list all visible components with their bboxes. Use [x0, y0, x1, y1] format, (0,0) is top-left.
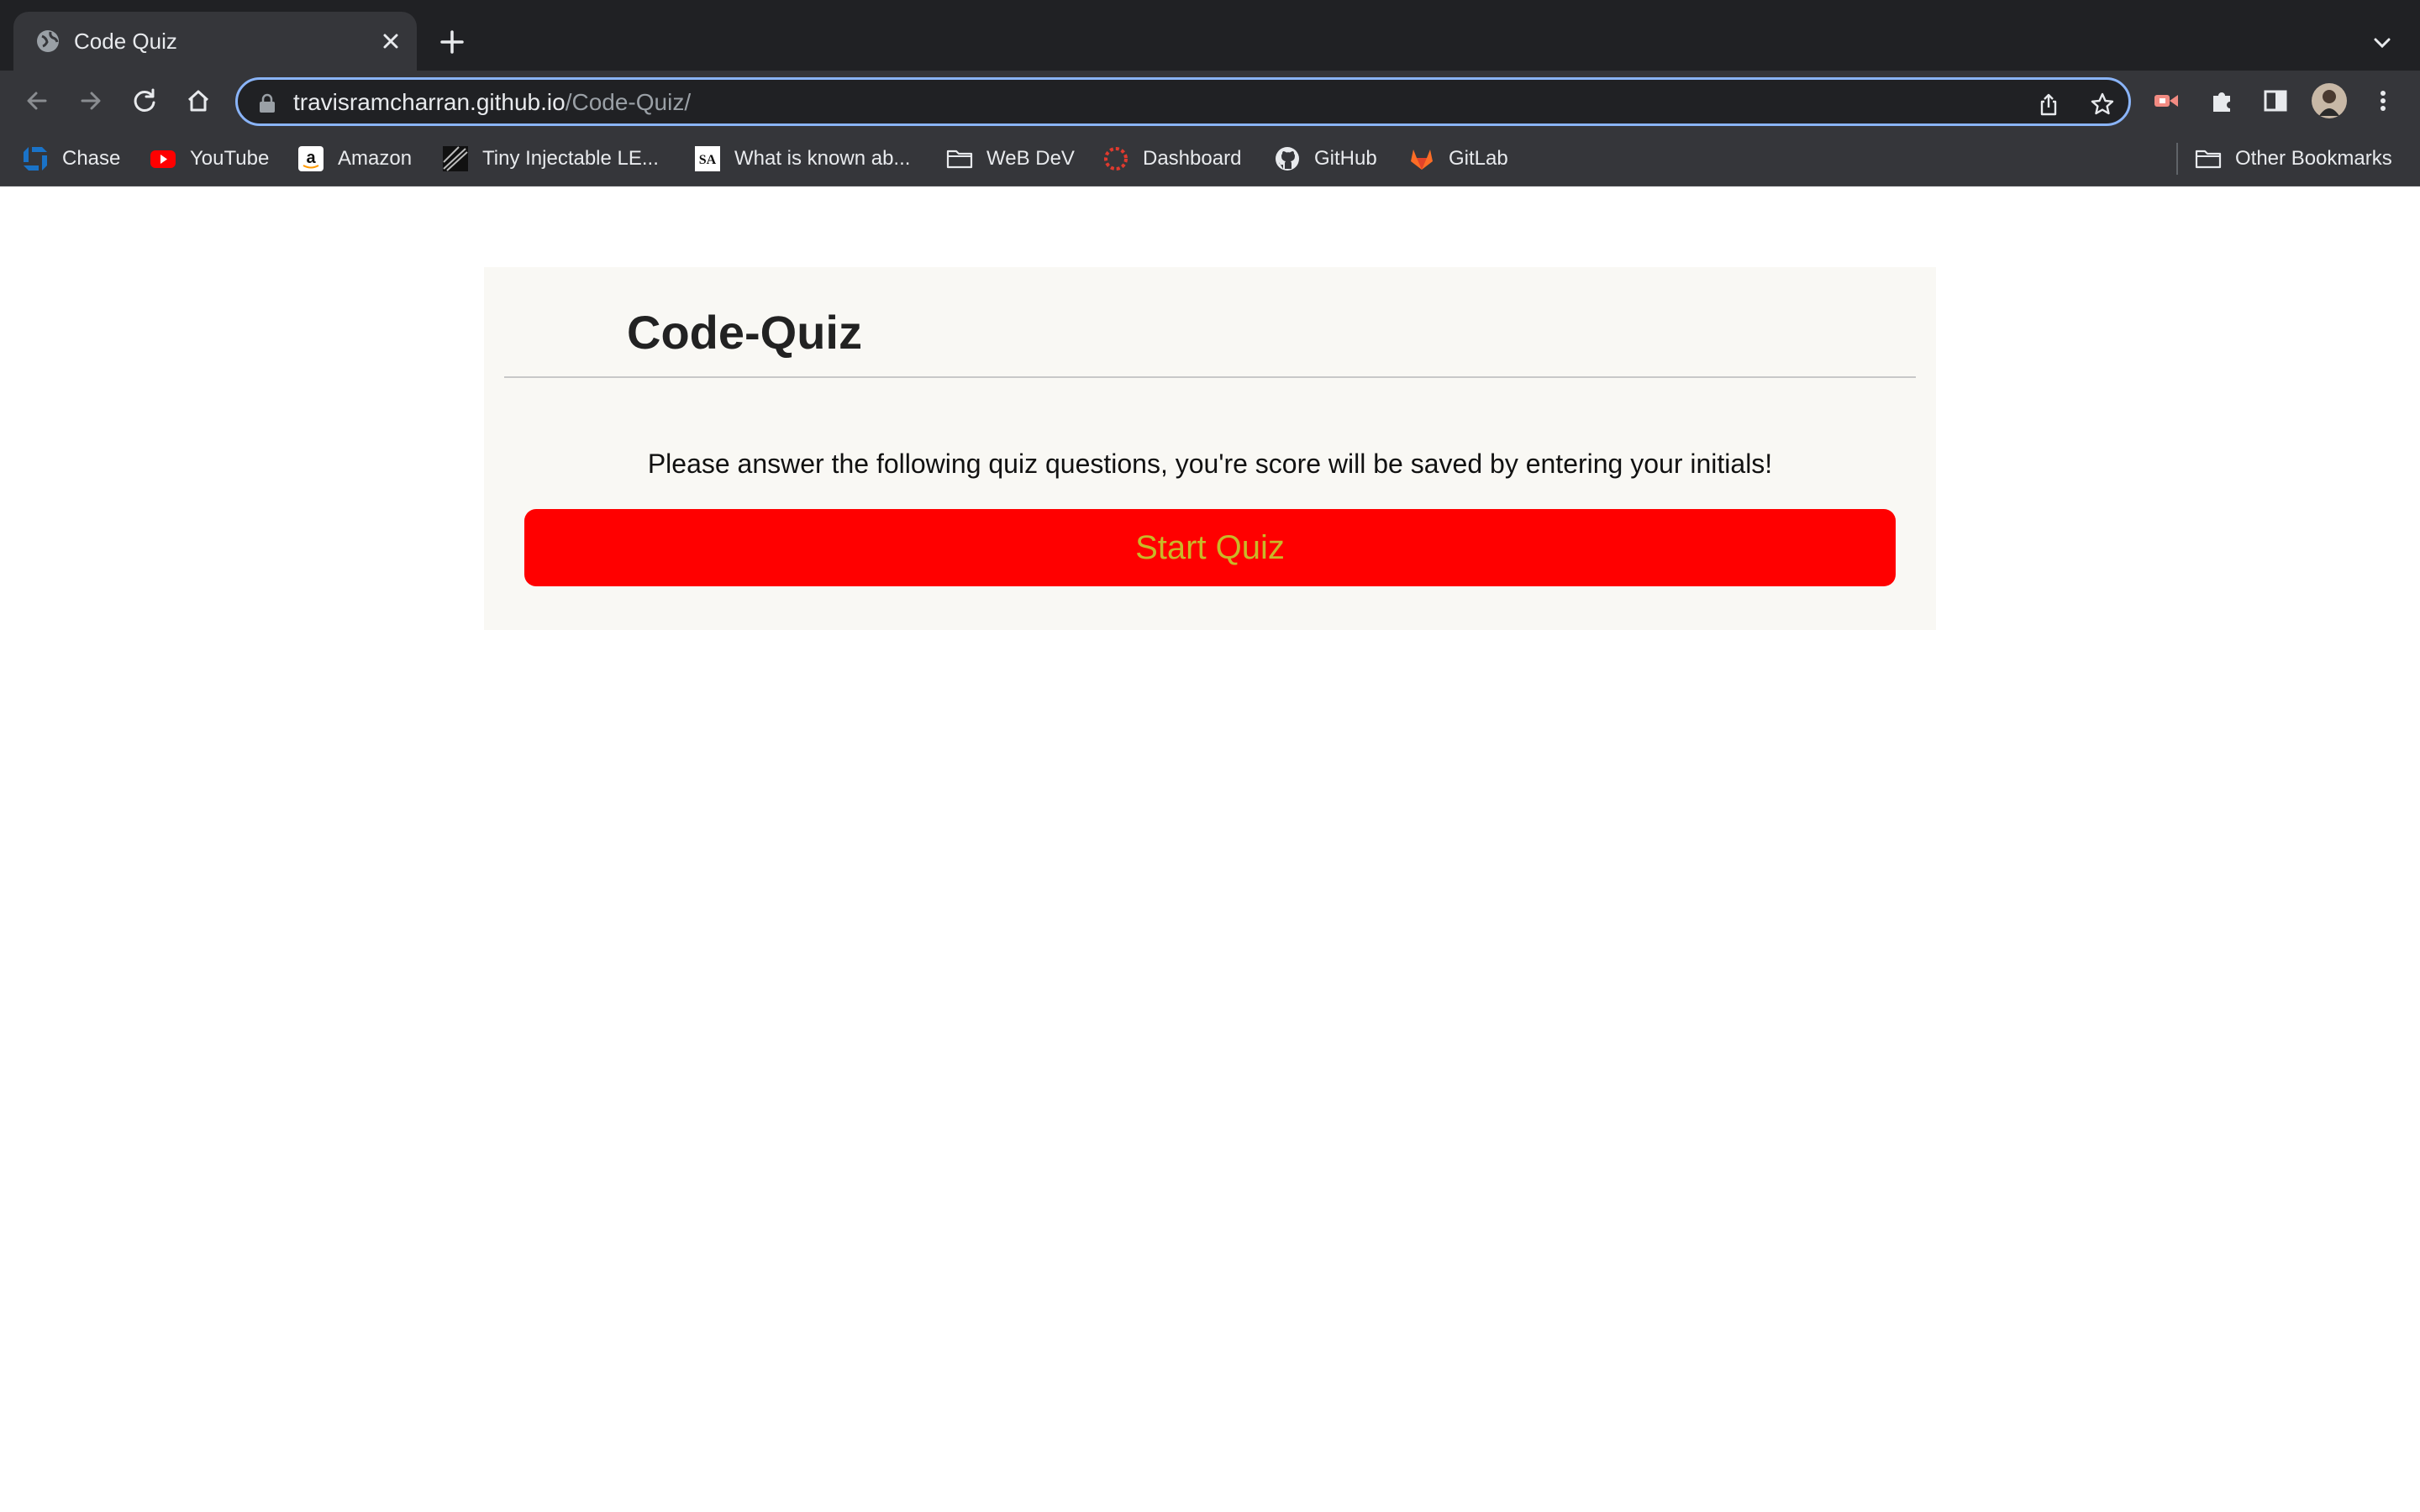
- address-bar[interactable]: travisramcharran.github.io/Code-Quiz/: [235, 77, 2131, 126]
- bookmark-label: YouTube: [190, 147, 270, 170]
- start-quiz-button[interactable]: Start Quiz: [524, 509, 1896, 586]
- bookmarks-bar: Chase YouTube a Amazon Tiny Injectable L…: [0, 131, 2420, 186]
- github-icon: [1276, 147, 1299, 171]
- bookmark-label: GitHub: [1314, 147, 1377, 170]
- back-arrow-icon[interactable]: [22, 86, 52, 116]
- bookmark-label: Chase: [62, 147, 121, 170]
- extensions-puzzle-icon[interactable]: [2207, 86, 2237, 116]
- folder-icon: [946, 150, 973, 169]
- bookmark-other-bookmarks[interactable]: Other Bookmarks: [2195, 144, 2392, 173]
- amazon-icon: a: [298, 146, 324, 171]
- bookmark-youtube[interactable]: YouTube: [150, 144, 269, 173]
- more-menu-icon[interactable]: [2368, 86, 2398, 116]
- bookmark-star-icon[interactable]: [2090, 92, 2115, 117]
- home-icon[interactable]: [183, 86, 213, 116]
- bookmark-chase[interactable]: Chase: [22, 144, 120, 173]
- bookmark-tiny-injectable[interactable]: Tiny Injectable LE...: [442, 144, 659, 173]
- bookmark-label: What is known ab...: [734, 147, 911, 170]
- quiz-card: Code-Quiz Please answer the following qu…: [484, 267, 1936, 630]
- bookmark-label: GitLab: [1449, 147, 1508, 170]
- bookmark-label: Other Bookmarks: [2235, 147, 2392, 170]
- bookmark-label: Tiny Injectable LE...: [482, 147, 659, 170]
- url-text[interactable]: travisramcharran.github.io/Code-Quiz/: [293, 90, 691, 115]
- chevron-down-icon[interactable]: [2370, 30, 2395, 55]
- url-host: travisramcharran.github.io: [293, 89, 566, 115]
- forward-arrow-icon[interactable]: [76, 86, 106, 116]
- chase-icon: [24, 147, 47, 171]
- share-icon[interactable]: [2036, 92, 2061, 117]
- svg-text:a: a: [306, 149, 316, 167]
- bookmark-dashboard[interactable]: Dashboard: [1102, 144, 1241, 173]
- bookmark-what-is-known[interactable]: SA What is known ab...: [694, 144, 910, 173]
- folder-icon: [2195, 150, 2222, 169]
- svg-text:SA: SA: [699, 153, 717, 167]
- globe-icon: [37, 30, 59, 52]
- page-viewport: Code-Quiz Please answer the following qu…: [0, 186, 2420, 1512]
- gitlab-icon: [1411, 150, 1433, 170]
- close-icon[interactable]: [378, 29, 403, 54]
- tab-strip: Code Quiz: [0, 0, 2420, 71]
- quiz-instructions: Please answer the following quiz questio…: [647, 449, 1773, 479]
- bookmark-github[interactable]: GitHub: [1274, 144, 1377, 173]
- youtube-icon: [150, 150, 176, 168]
- page-icon: [443, 146, 468, 171]
- bookmark-label: WeB DeV: [986, 147, 1075, 170]
- page-title: Code-Quiz: [627, 306, 862, 359]
- url-path: /Code-Quiz/: [565, 89, 692, 115]
- bookmark-folder-web-dev[interactable]: WeB DeV: [946, 144, 1075, 173]
- bookmark-label: Amazon: [338, 147, 413, 170]
- browser-toolbar: travisramcharran.github.io/Code-Quiz/: [0, 71, 2420, 131]
- title-divider: [504, 376, 1916, 378]
- new-tab-plus-icon[interactable]: [439, 29, 466, 55]
- bookmark-amazon[interactable]: a Amazon: [297, 144, 412, 173]
- dashboard-icon: [1104, 147, 1128, 171]
- sa-icon: SA: [695, 146, 720, 171]
- bookmarks-divider: [2176, 143, 2178, 175]
- profile-avatar[interactable]: [2311, 82, 2348, 119]
- extension-video-icon[interactable]: [2151, 86, 2181, 116]
- side-panel-icon[interactable]: [2260, 86, 2291, 116]
- reload-icon[interactable]: [129, 86, 160, 116]
- bookmark-gitlab[interactable]: GitLab: [1408, 144, 1508, 173]
- active-tab[interactable]: Code Quiz: [13, 12, 417, 71]
- tab-title: Code Quiz: [74, 29, 177, 54]
- bookmark-label: Dashboard: [1143, 147, 1242, 170]
- lock-icon[interactable]: [258, 93, 276, 113]
